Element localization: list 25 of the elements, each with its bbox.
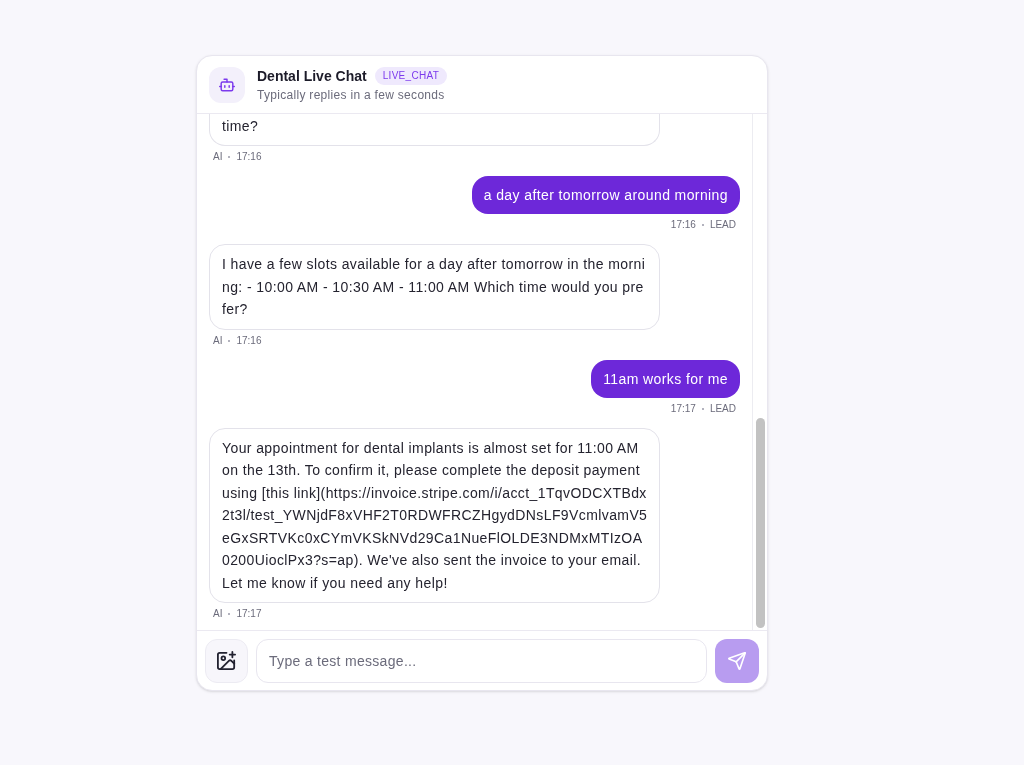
message-text: a day after tomorrow around morning [483,186,728,205]
sender-label: LEAD [709,218,736,232]
message-time: 17:16 [236,333,262,348]
image-plus-icon [217,651,236,670]
chat-subtitle: Typically replies in a few seconds [257,87,446,103]
chat-title: Dental Live Chat [257,67,367,86]
sender-label: LEAD [709,401,736,416]
message-time: 17:17 [236,607,262,621]
send-icon [728,651,746,670]
scrollbar[interactable] [752,114,767,630]
message-text: time? [222,116,260,136]
message-time: 17:16 [236,150,262,164]
sender-label: AI [213,150,223,164]
add-image-button[interactable] [205,638,248,683]
scrollbar-thumb[interactable] [755,418,765,628]
message-text: Your appointment for dental implants is almost set for 11:00 AM on the 13th. To confirm it, please complete the deposit payment using [this link](https://invoice.stripe.com/i/acct_1TqvODCXTBdx2t3l/test_YWNjdF8xVHF2T0RDWFRCZHgydDNsLF9VcmlvamV5eGxSRTVKc0xCYmVKSkNVd29Ca1NueFlOLDE3NDMxMTIzOA0200UioclPx3?s=ap). We've also sent the invoice to your email. Let me know if you need any help! [222,438,648,593]
message-input[interactable]: Type a test message... [256,638,707,683]
sender-label: AI [213,333,223,348]
message-time: 17:17 [670,401,696,416]
message-text: 11am works for me [603,369,728,389]
message-time: 17:16 [670,218,696,232]
channel-badge: LIVE_CHAT [374,67,448,85]
sender-label: AI [213,607,223,621]
message-text: I have a few slots available for a day after tomorrow in the morning: - 10:00 AM - 10:30 AM - 11:00 AM Which time would you prefer? [222,255,647,319]
robot-icon [209,66,245,103]
